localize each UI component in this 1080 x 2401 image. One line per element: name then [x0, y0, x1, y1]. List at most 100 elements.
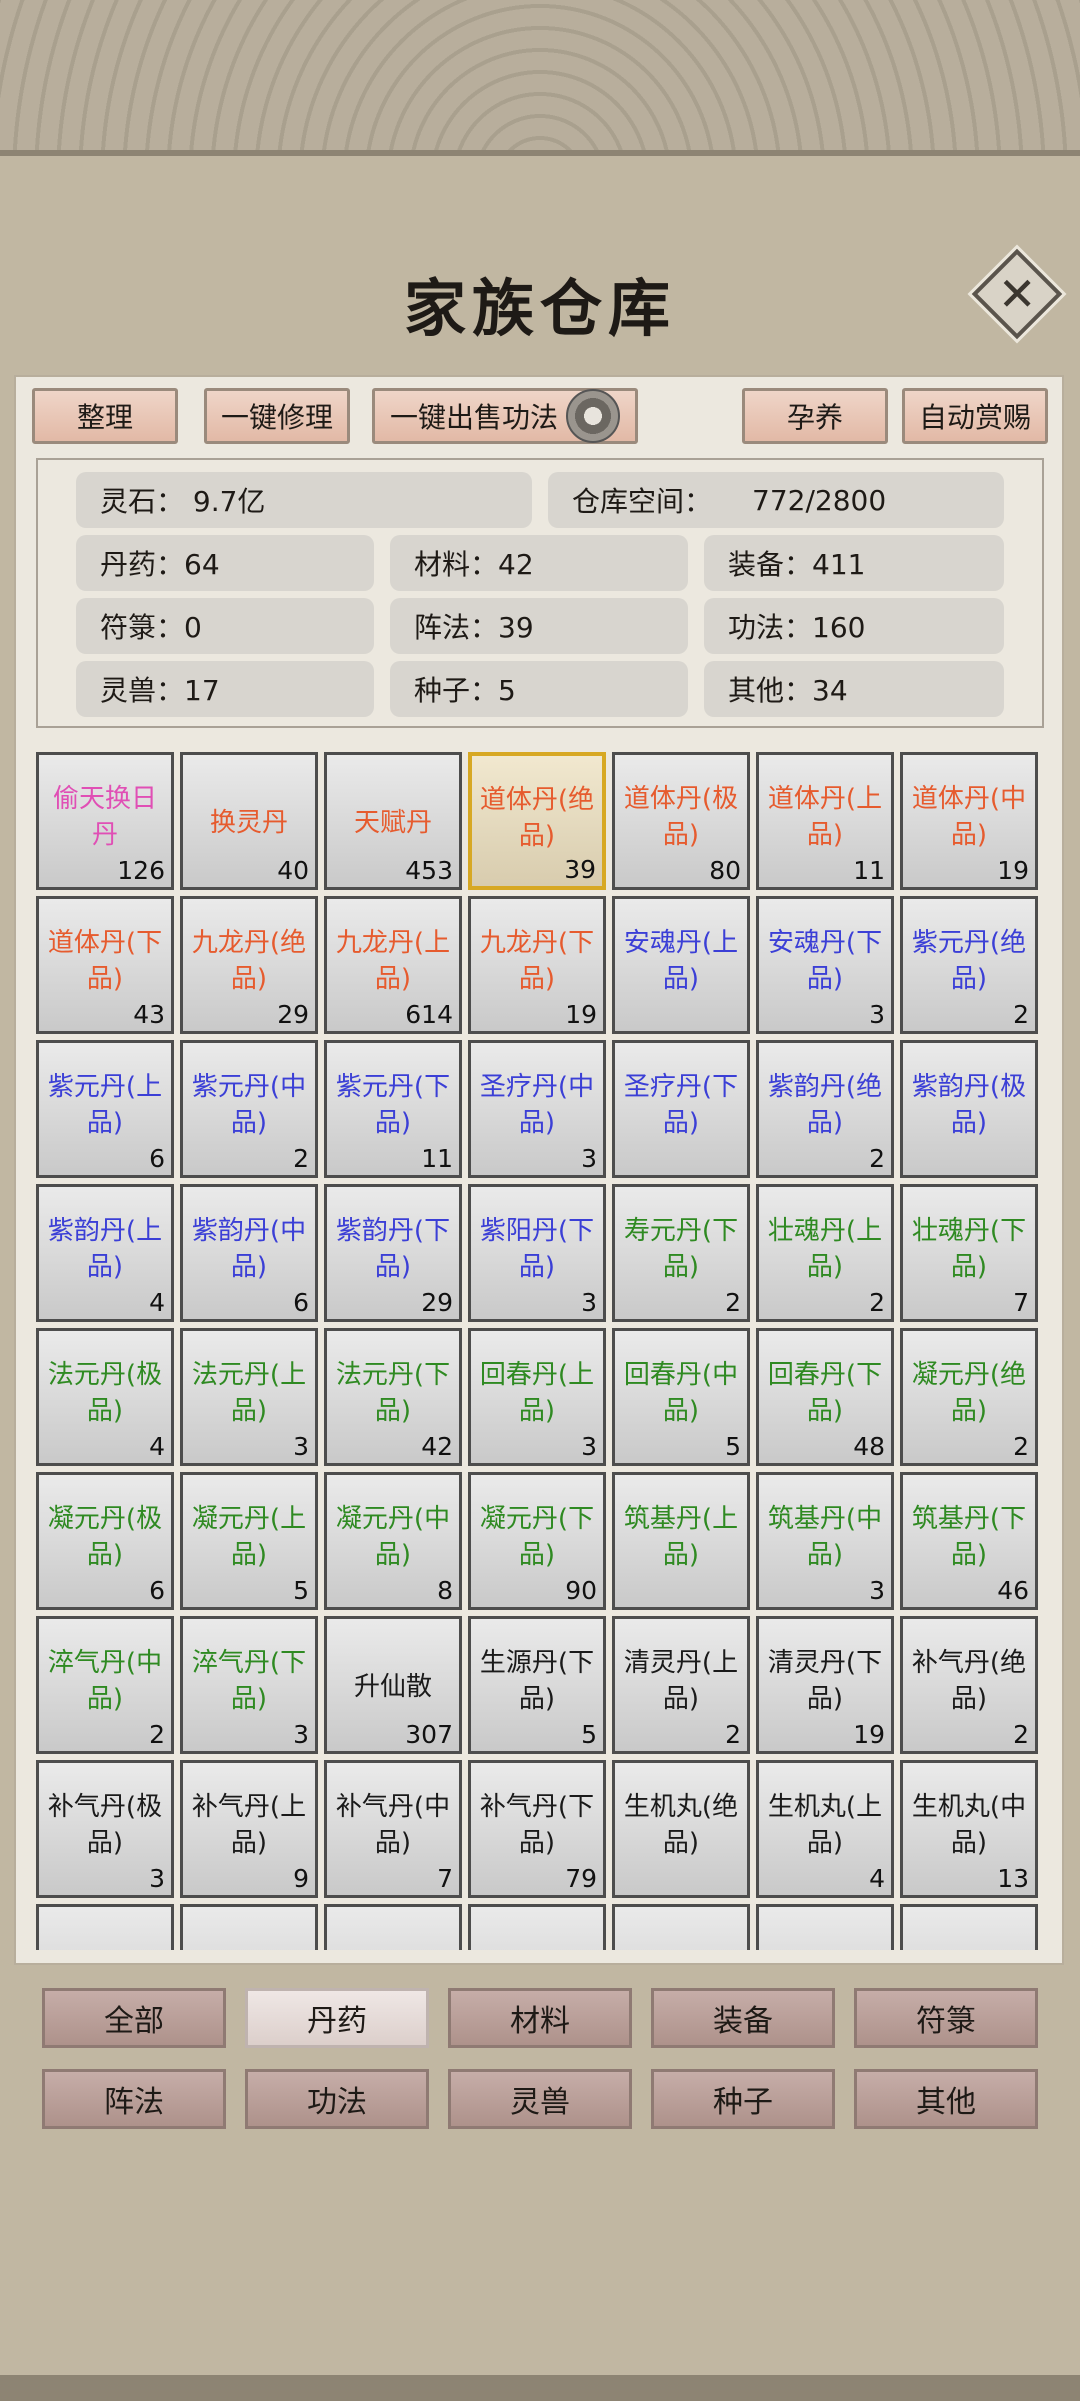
item-cell[interactable]: 回春丹(下品) 48 [756, 1328, 894, 1466]
item-cell[interactable]: 紫元丹(上品) 6 [36, 1040, 174, 1178]
sell-skills-button-label: 一键出售功法 [389, 401, 558, 434]
item-cell[interactable]: 回春丹(中品) 5 [612, 1328, 750, 1466]
tab-1[interactable]: 丹药 [245, 1988, 429, 2048]
gear-icon[interactable] [566, 389, 620, 443]
item-cell[interactable]: 道体丹(上品) 11 [756, 752, 894, 890]
item-cell[interactable]: 安魂丹(上品) [612, 896, 750, 1034]
item-count: 6 [149, 1576, 165, 1605]
item-name: 寿元丹(下品) [623, 1216, 739, 1282]
item-cell[interactable]: 道体丹(下品) 43 [36, 896, 174, 1034]
item-cell[interactable]: 安魂丹(下品) 3 [756, 896, 894, 1034]
item-cell[interactable]: 偷天换日丹 126 [36, 752, 174, 890]
item-cell[interactable]: 天赋丹 453 [324, 752, 462, 890]
item-cell[interactable]: 圣疗丹(下品) [612, 1040, 750, 1178]
tab-9[interactable]: 其他 [854, 2069, 1038, 2129]
auto-reward-button-label: 自动赏赐 [918, 401, 1031, 434]
item-cell[interactable]: 法元丹(下品) 42 [324, 1328, 462, 1466]
tab-label: 功法 [307, 2085, 367, 2120]
item-cell[interactable]: 清灵丹(下品) 19 [756, 1616, 894, 1754]
item-cell[interactable]: 九龙丹(下品) 19 [468, 896, 606, 1034]
item-name: 筑基丹(上品) [623, 1504, 739, 1570]
item-count: 29 [421, 1288, 453, 1317]
item-cell[interactable]: 紫元丹(中品) 2 [180, 1040, 318, 1178]
item-cell[interactable]: 紫元丹(绝品) 2 [900, 896, 1038, 1034]
item-cell[interactable]: 九龙丹(上品) 614 [324, 896, 462, 1034]
nurture-button[interactable]: 孕养 [742, 388, 888, 444]
item-cell[interactable]: 紫韵丹(上品) 4 [36, 1184, 174, 1322]
item-cell[interactable]: 凝元丹(绝品) 2 [900, 1328, 1038, 1466]
item-cell[interactable]: 筑基丹(中品) 3 [756, 1472, 894, 1610]
item-cell[interactable] [756, 1904, 894, 1950]
item-cell-selected[interactable]: 道体丹(绝品) 39 [468, 752, 606, 890]
item-cell[interactable]: 淬气丹(中品) 2 [36, 1616, 174, 1754]
item-cell[interactable]: 法元丹(极品) 4 [36, 1328, 174, 1466]
item-cell[interactable]: 壮魂丹(上品) 2 [756, 1184, 894, 1322]
item-cell[interactable] [36, 1904, 174, 1950]
item-cell[interactable]: 紫元丹(下品) 11 [324, 1040, 462, 1178]
stat-talismans: 符箓：0 [76, 598, 374, 654]
item-cell[interactable]: 寿元丹(下品) 2 [612, 1184, 750, 1322]
item-name: 生源丹(下品) [479, 1648, 595, 1714]
tidy-button[interactable]: 整理 [32, 388, 178, 444]
item-cell[interactable]: 补气丹(绝品) 2 [900, 1616, 1038, 1754]
item-cell[interactable]: 补气丹(中品) 7 [324, 1760, 462, 1898]
item-name: 道体丹(下品) [47, 928, 163, 994]
item-name: 回春丹(中品) [623, 1360, 739, 1426]
item-cell[interactable]: 清灵丹(上品) 2 [612, 1616, 750, 1754]
item-count: 614 [405, 1000, 453, 1029]
item-cell[interactable]: 壮魂丹(下品) 7 [900, 1184, 1038, 1322]
item-cell[interactable]: 补气丹(极品) 3 [36, 1760, 174, 1898]
item-count: 48 [853, 1432, 885, 1461]
item-cell[interactable]: 生机丸(中品) 13 [900, 1760, 1038, 1898]
item-cell[interactable]: 补气丹(上品) 9 [180, 1760, 318, 1898]
item-cell[interactable] [468, 1904, 606, 1950]
item-cell[interactable]: 淬气丹(下品) 3 [180, 1616, 318, 1754]
item-cell[interactable]: 生机丸(上品) 4 [756, 1760, 894, 1898]
tab-7[interactable]: 灵兽 [448, 2069, 632, 2129]
item-cell[interactable]: 筑基丹(上品) [612, 1472, 750, 1610]
item-cell[interactable]: 换灵丹 40 [180, 752, 318, 890]
tab-4[interactable]: 符箓 [854, 1988, 1038, 2048]
item-cell[interactable] [324, 1904, 462, 1950]
item-cell[interactable]: 筑基丹(下品) 46 [900, 1472, 1038, 1610]
item-cell[interactable]: 回春丹(上品) 3 [468, 1328, 606, 1466]
item-name: 筑基丹(下品) [911, 1504, 1027, 1570]
item-count: 19 [997, 856, 1029, 885]
item-cell[interactable]: 凝元丹(中品) 8 [324, 1472, 462, 1610]
sell-skills-button[interactable]: 一键出售功法 [372, 388, 638, 444]
item-name: 壮魂丹(上品) [767, 1216, 883, 1282]
tab-0[interactable]: 全部 [42, 1988, 226, 2048]
item-cell[interactable]: 道体丹(中品) 19 [900, 752, 1038, 890]
item-cell[interactable]: 补气丹(下品) 79 [468, 1760, 606, 1898]
item-cell[interactable]: 凝元丹(下品) 90 [468, 1472, 606, 1610]
tab-8[interactable]: 种子 [651, 2069, 835, 2129]
item-cell[interactable] [612, 1904, 750, 1950]
item-cell[interactable] [900, 1904, 1038, 1950]
item-cell[interactable]: 紫韵丹(下品) 29 [324, 1184, 462, 1322]
item-cell[interactable]: 九龙丹(绝品) 29 [180, 896, 318, 1034]
item-cell[interactable]: 升仙散 307 [324, 1616, 462, 1754]
item-cell[interactable]: 紫韵丹(绝品) 2 [756, 1040, 894, 1178]
tab-6[interactable]: 功法 [245, 2069, 429, 2129]
tab-2[interactable]: 材料 [448, 1988, 632, 2048]
item-name: 紫元丹(中品) [191, 1072, 307, 1138]
auto-reward-button[interactable]: 自动赏赐 [902, 388, 1048, 444]
item-cell[interactable]: 圣疗丹(中品) 3 [468, 1040, 606, 1178]
item-cell[interactable]: 紫韵丹(中品) 6 [180, 1184, 318, 1322]
item-cell[interactable]: 紫韵丹(极品) [900, 1040, 1038, 1178]
repair-all-button[interactable]: 一键修理 [204, 388, 350, 444]
item-cell[interactable]: 道体丹(极品) 80 [612, 752, 750, 890]
item-cell[interactable]: 凝元丹(极品) 6 [36, 1472, 174, 1610]
item-name: 淬气丹(中品) [47, 1648, 163, 1714]
item-cell[interactable]: 紫阳丹(下品) 3 [468, 1184, 606, 1322]
tab-label: 符箓 [916, 2004, 976, 2039]
tab-3[interactable]: 装备 [651, 1988, 835, 2048]
item-cell[interactable] [180, 1904, 318, 1950]
item-count: 19 [565, 1000, 597, 1029]
nurture-button-label: 孕养 [786, 401, 843, 434]
item-cell[interactable]: 凝元丹(上品) 5 [180, 1472, 318, 1610]
item-cell[interactable]: 生机丸(绝品) [612, 1760, 750, 1898]
item-cell[interactable]: 生源丹(下品) 5 [468, 1616, 606, 1754]
item-cell[interactable]: 法元丹(上品) 3 [180, 1328, 318, 1466]
tab-5[interactable]: 阵法 [42, 2069, 226, 2129]
